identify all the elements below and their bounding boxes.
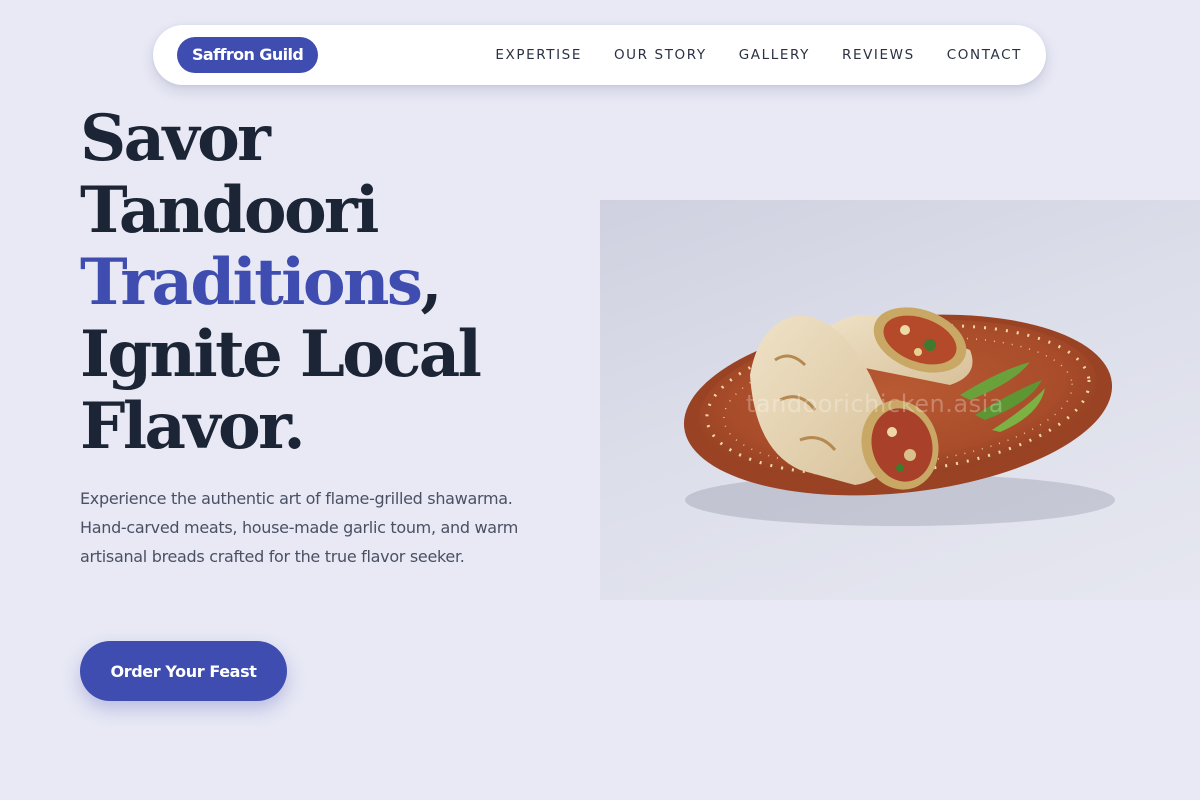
hero-title-line-1: Savor: [80, 101, 271, 176]
nav-link-reviews[interactable]: REVIEWS: [842, 47, 915, 63]
hero-food-image: tandoorichicken.asia: [600, 200, 1200, 600]
hero-title-accent: Traditions: [80, 245, 423, 320]
nav-link-our-story[interactable]: OUR STORY: [614, 47, 707, 63]
hero-title-comma: ,: [420, 245, 442, 320]
nav-link-expertise[interactable]: EXPERTISE: [495, 47, 582, 63]
nav-link-gallery[interactable]: GALLERY: [739, 47, 810, 63]
hero-title-line-3: Traditions,: [80, 247, 580, 319]
top-navbar: Saffron Guild EXPERTISE OUR STORY GALLER…: [153, 25, 1046, 85]
brand-logo[interactable]: Saffron Guild: [177, 37, 319, 73]
hero-title-line-4: Ignite Local: [80, 317, 482, 392]
nav-links: EXPERTISE OUR STORY GALLERY REVIEWS CONT…: [495, 47, 1022, 63]
nav-link-contact[interactable]: CONTACT: [947, 47, 1022, 63]
hero-title-line-5: Flavor.: [80, 389, 306, 464]
order-feast-button[interactable]: Order Your Feast: [80, 641, 287, 701]
hero-title: Savor Tandoori Traditions, Ignite Local …: [80, 103, 580, 463]
hero-title-line-2: Tandoori: [80, 173, 379, 248]
hero-description: Experience the authentic art of flame-gr…: [80, 489, 519, 566]
image-watermark: tandoorichicken.asia: [746, 390, 1004, 418]
